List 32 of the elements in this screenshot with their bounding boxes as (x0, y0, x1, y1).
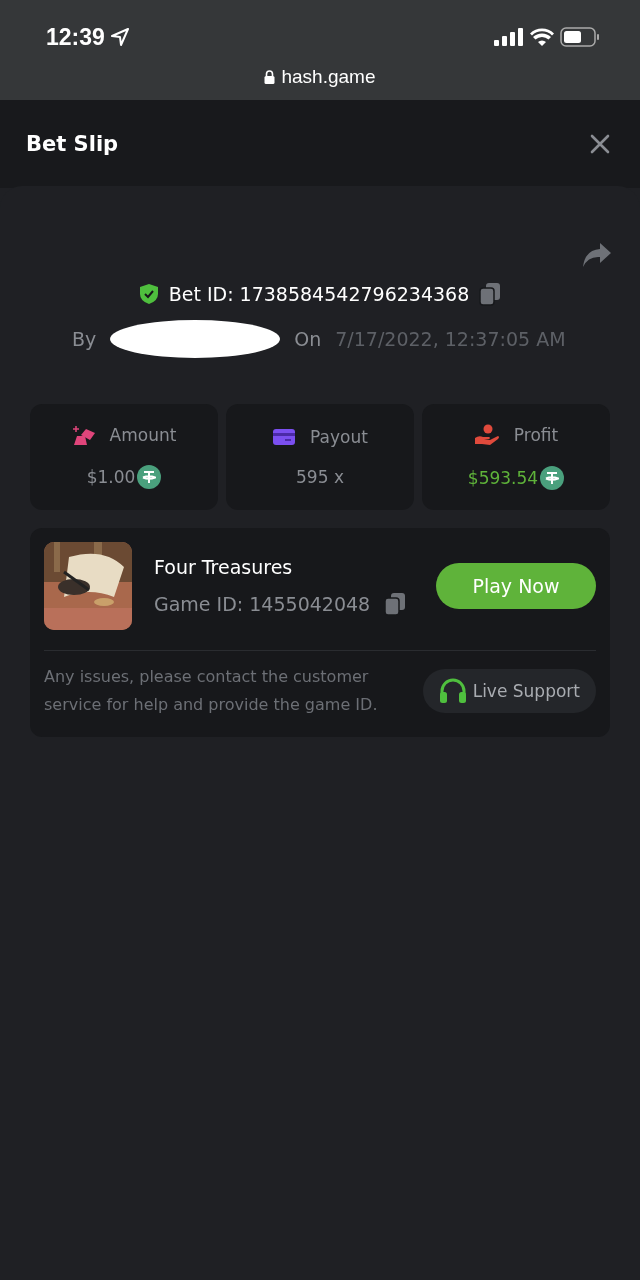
location-arrow-icon (110, 28, 129, 46)
stat-label: Profit (513, 425, 559, 445)
address-url[interactable]: hash.game (281, 66, 376, 88)
stat-label: Amount (109, 425, 177, 445)
close-button[interactable] (590, 134, 610, 154)
bet-date: 7/17/2022, 12:37:05 AM (335, 328, 566, 350)
by-label: By (72, 328, 97, 350)
signal-icon (494, 28, 524, 46)
status-time: 12:39 (46, 23, 105, 51)
wifi-icon (530, 28, 554, 46)
ingots-icon (71, 425, 96, 445)
share-arrow-icon (582, 242, 612, 268)
bet-id: Bet ID: 1738584542796234368 (168, 283, 470, 305)
stat-label: Payout (310, 427, 368, 447)
game-name: Four Treasures (154, 556, 294, 578)
panel-title: Bet Slip (26, 132, 119, 156)
share-button[interactable] (582, 242, 612, 268)
lock-icon (264, 70, 276, 84)
copy-icon[interactable] (384, 592, 407, 616)
close-icon (590, 134, 610, 154)
hand-person-icon (473, 424, 500, 446)
stat-value: $593.54 (467, 468, 539, 488)
card-icon (272, 427, 297, 447)
live-support-button[interactable]: Live Support (422, 669, 596, 713)
game-id: Game ID: 1455042048 (154, 593, 371, 615)
stat-value: 595 x (296, 467, 344, 487)
on-label: On (294, 328, 322, 350)
support-message: Any issues, please contact the customer service for help and provide the game ID. (44, 666, 379, 716)
stat-value: $1.00 (86, 467, 136, 487)
copy-icon[interactable] (479, 282, 502, 306)
headset-icon (438, 678, 467, 704)
battery-icon (560, 27, 600, 47)
